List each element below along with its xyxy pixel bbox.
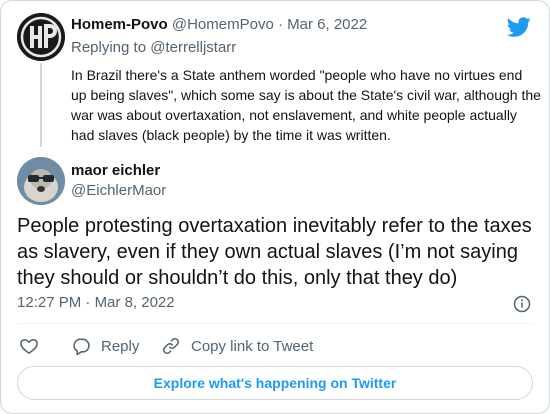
mention-link[interactable]: @terrelljstarr <box>150 39 236 56</box>
reply-label: Reply <box>101 337 140 355</box>
tweet-time: 12:27 PM <box>17 294 82 311</box>
tweet-date: Mar 8, 2022 <box>94 294 175 311</box>
avatar[interactable] <box>17 13 65 61</box>
author-name[interactable]: maor eichler <box>71 161 160 181</box>
author-name[interactable]: Homem-Povo <box>71 16 168 33</box>
replying-to: Replying to @terrelljstarr <box>71 38 236 58</box>
divider <box>17 323 533 324</box>
main-tweet-text: People protesting overtaxation inevitabl… <box>17 215 532 289</box>
parent-tweet-header: Homem-Povo @HomemPovo · Mar 6, 2022 <box>71 15 367 35</box>
tweet-date[interactable]: Mar 6, 2022 <box>287 16 367 33</box>
thread-connector-line <box>40 63 42 147</box>
author-handle[interactable]: @EichlerMaor <box>71 181 166 201</box>
twitter-bird-icon[interactable] <box>507 15 531 39</box>
separator: · <box>85 294 91 311</box>
avatar[interactable] <box>17 157 65 205</box>
embedded-tweet-card: Homem-Povo @HomemPovo · Mar 6, 2022 Repl… <box>0 0 550 414</box>
link-icon <box>163 338 179 354</box>
like-button[interactable] <box>19 335 39 357</box>
info-icon[interactable] <box>513 295 531 313</box>
copy-link-button[interactable]: Copy link to Tweet <box>161 335 313 357</box>
copy-link-label: Copy link to Tweet <box>191 337 314 355</box>
heart-icon <box>20 338 38 354</box>
replying-to-label: Replying to <box>71 39 147 56</box>
reply-bubble-icon <box>73 338 90 356</box>
reply-button[interactable]: Reply <box>71 335 139 357</box>
separator: · <box>277 16 283 33</box>
explore-twitter-button[interactable]: Explore what's happening on Twitter <box>17 366 533 400</box>
author-handle[interactable]: @HomemPovo <box>172 16 274 33</box>
parent-tweet-text: In Brazil there's a State anthem worded … <box>71 67 541 143</box>
tweet-timestamp[interactable]: 12:27 PM · Mar 8, 2022 <box>17 293 175 313</box>
